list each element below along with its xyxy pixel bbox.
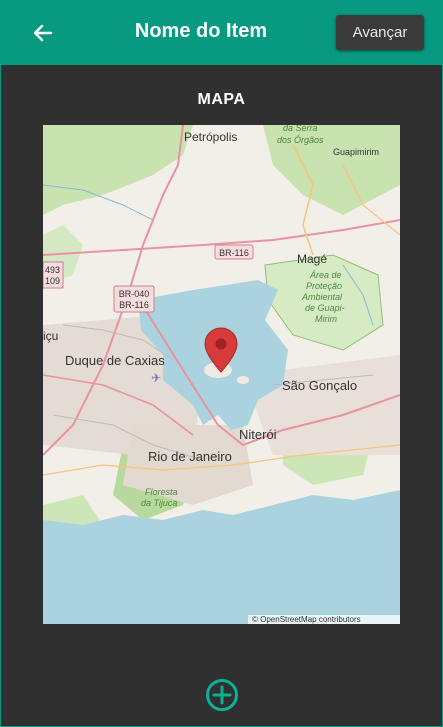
app-bar: Nome do Item Avançar <box>0 0 443 65</box>
map-section-label: MAPA <box>197 91 246 108</box>
place-tijuca: da Tijuca <box>141 498 177 508</box>
road-label-493: 493 <box>45 265 60 275</box>
place-mirim: Mirim <box>315 314 337 324</box>
road-label-br116-b: BR-116 <box>119 300 149 310</box>
place-niteroi: Niterói <box>239 427 277 442</box>
place-guapimirim: Guapimirim <box>333 147 379 157</box>
place-mage: Magé <box>297 252 327 266</box>
back-button[interactable] <box>28 18 58 48</box>
airport-icon: ✈ <box>151 371 161 385</box>
road-label-br040: BR-040 <box>119 289 150 299</box>
page-title: Nome do Item <box>134 20 268 42</box>
place-floresta: Floresta <box>145 487 178 497</box>
place-area: Área de <box>309 270 342 280</box>
place-guapi: de Guapi- <box>305 303 345 313</box>
place-orgaos: dos Órgãos <box>277 135 324 145</box>
map-canvas: BR-116 BR-040 BR-116 493 109 Petrópolis … <box>43 125 400 624</box>
arrow-left-icon <box>33 24 53 42</box>
place-protecao: Proteção <box>306 281 342 291</box>
map-view[interactable]: BR-116 BR-040 BR-116 493 109 Petrópolis … <box>43 125 400 624</box>
plus-circle-icon <box>206 679 238 711</box>
place-rio-de-janeiro: Rio de Janeiro <box>148 449 232 464</box>
place-duque-de-caxias: Duque de Caxias <box>65 353 165 368</box>
road-label-br116: BR-116 <box>219 248 249 258</box>
place-petropolis: Petrópolis <box>184 130 237 144</box>
place-sao-goncalo: São Gonçalo <box>282 378 357 393</box>
road-label-109: 109 <box>45 276 60 286</box>
add-button[interactable] <box>205 678 239 712</box>
place-caxias-partial: içu <box>43 329 58 343</box>
place-ambiental: Ambiental <box>301 292 343 302</box>
place-serra: da Serra <box>283 125 318 133</box>
map-attribution: © OpenStreetMap contributors <box>248 615 400 624</box>
next-button[interactable]: Avançar <box>336 15 424 50</box>
